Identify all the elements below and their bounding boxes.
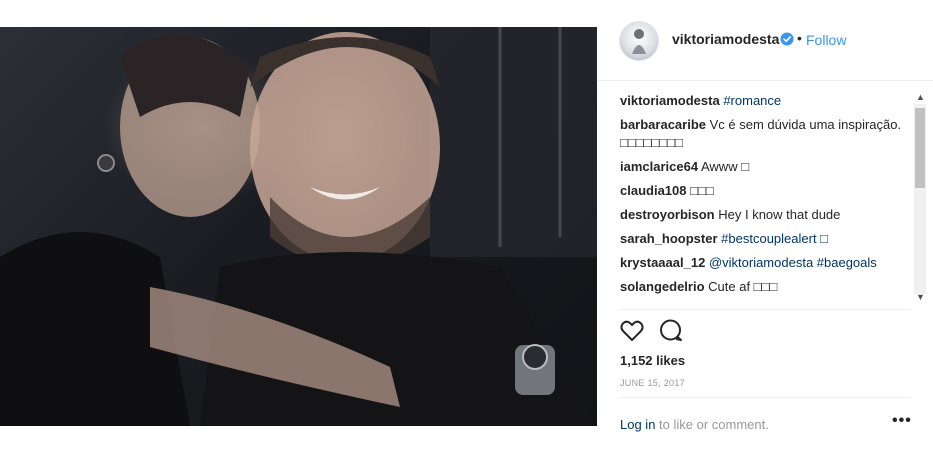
post-date[interactable]: JUNE 15, 2017 <box>620 378 685 388</box>
comments-scrollbar[interactable]: ▲ ▼ <box>912 92 928 307</box>
comment-bubble-icon[interactable] <box>658 318 684 344</box>
list-item: claudia108 □□□ <box>620 182 910 200</box>
header-separator: • <box>797 30 802 46</box>
list-item: viktoriamodesta #romance <box>620 92 910 110</box>
scroll-thumb[interactable] <box>915 108 925 188</box>
more-options-icon[interactable]: ••• <box>892 412 912 430</box>
comment-list[interactable]: viktoriamodesta #romance barbaracaribe V… <box>620 92 910 308</box>
comment-user[interactable]: destroyorbison <box>620 207 715 222</box>
heart-icon[interactable] <box>619 318 645 344</box>
follow-button[interactable]: Follow <box>806 32 846 48</box>
comment-hashtag[interactable]: #bestcouplealert □ <box>721 231 828 246</box>
photo-illustration <box>0 27 597 426</box>
divider <box>620 397 910 398</box>
list-item: barbaracaribe Vc é sem dúvida uma inspir… <box>620 116 910 152</box>
verified-badge-icon <box>780 32 794 46</box>
author-username[interactable]: viktoriamodesta <box>672 31 779 47</box>
post-sidebar: viktoriamodesta • Follow viktoriamodesta… <box>597 0 933 453</box>
list-item: solangedelrio Cute af □□□ <box>620 278 910 296</box>
comment-mention[interactable]: @viktoriamodesta #baegoals <box>709 255 877 270</box>
post-photo[interactable] <box>0 27 597 426</box>
list-item: iamclarice64 Awww □ <box>620 158 910 176</box>
comment-text: Awww □ <box>700 159 750 174</box>
comment-user[interactable]: krystaaaal_12 <box>620 255 705 270</box>
login-link[interactable]: Log in <box>620 417 655 432</box>
comment-user[interactable]: iamclarice64 <box>620 159 698 174</box>
scroll-up-arrow-icon[interactable]: ▲ <box>916 92 925 102</box>
scroll-down-arrow-icon[interactable]: ▼ <box>916 292 925 302</box>
login-suffix: to like or comment. <box>655 417 769 432</box>
likes-count[interactable]: 1,152 likes <box>620 353 685 368</box>
avatar[interactable] <box>619 21 659 61</box>
login-prompt: Log in to like or comment. <box>620 417 769 432</box>
comment-user[interactable]: barbaracaribe <box>620 117 706 132</box>
post-header: viktoriamodesta • Follow <box>597 0 933 81</box>
list-item: destroyorbison Hey I know that dude <box>620 206 910 224</box>
comment-text: □□□ <box>690 183 714 198</box>
comment-text: Hey I know that dude <box>718 207 841 222</box>
comment-text: Cute af □□□ <box>708 279 778 294</box>
divider <box>620 309 910 310</box>
comment-hashtag[interactable]: #romance <box>723 93 781 108</box>
comment-user[interactable]: solangedelrio <box>620 279 705 294</box>
list-item: krystaaaal_12 @viktoriamodesta #baegoals <box>620 254 910 272</box>
comment-user[interactable]: sarah_hoopster <box>620 231 718 246</box>
list-item: sarah_hoopster #bestcouplealert □ <box>620 230 910 248</box>
comment-user[interactable]: viktoriamodesta <box>620 93 720 108</box>
avatar-image <box>632 29 646 54</box>
comment-user[interactable]: claudia108 <box>620 183 687 198</box>
